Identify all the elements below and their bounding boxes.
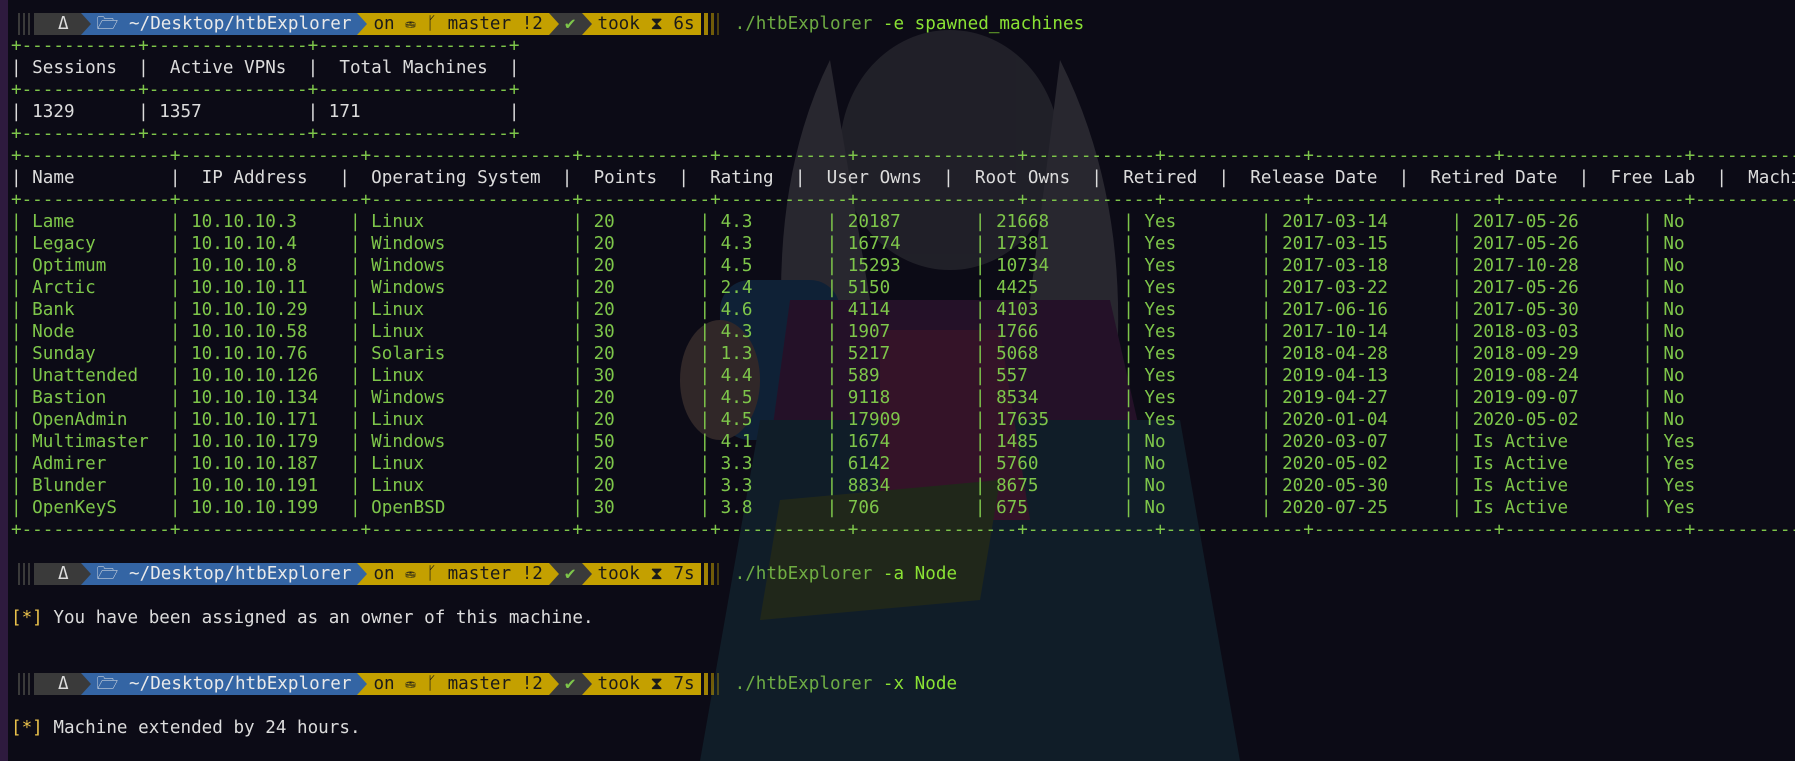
table-row: | OpenKeyS | 10.10.10.199 | OpenBSD | 30… (11, 498, 1795, 518)
summary-table-header: | Sessions | Active VPNs | Total Machine… (11, 58, 520, 78)
current-path: ~/Desktop/htbExplorer (129, 674, 352, 694)
linux-tux-icon: Δ (34, 13, 81, 35)
powerline-separator (548, 13, 559, 35)
duration-segment: took ⧗ 7s (591, 563, 701, 585)
git-branch-status: master !2 (447, 564, 543, 584)
linux-tux-icon: Δ (34, 673, 81, 695)
powerline-separator (357, 13, 368, 35)
table-row: | Bastion | 10.10.10.134 | Windows | 20 … (11, 388, 1795, 408)
hourglass-icon: ⧗ (650, 674, 663, 694)
shell-prompt-2: Δ 🗁 ~/Desktop/htbExplorer on ⛀ ᚴ master … (18, 563, 957, 585)
powerline-separator (80, 13, 91, 35)
machines-table-border: +--------------+-----------------+------… (11, 190, 1795, 210)
duration-value: 6s (673, 14, 695, 34)
summary-table-border: +-----------+---------------+-----------… (11, 36, 520, 56)
command-line[interactable]: ./htbExplorer -a Node (735, 563, 957, 585)
current-path: ~/Desktop/htbExplorer (129, 564, 352, 584)
table-row: | Optimum | 10.10.10.8 | Windows | 20 | … (11, 256, 1795, 276)
took-label: took (597, 14, 640, 34)
git-branch-icon: ⛀ ᚴ (405, 14, 437, 34)
on-label: on (373, 674, 395, 694)
git-segment: on ⛀ ᚴ master !2 (367, 673, 549, 695)
table-row: | OpenAdmin | 10.10.10.171 | Linux | 20 … (11, 410, 1795, 430)
machines-table-border: +--------------+-----------------+------… (11, 520, 1795, 540)
git-segment: on ⛀ ᚴ master !2 (367, 13, 549, 35)
command-args: -e spawned_machines (882, 14, 1085, 34)
took-label: took (597, 564, 640, 584)
table-row: | Lame | 10.10.10.3 | Linux | 20 | 4.3 |… (11, 212, 1795, 232)
terminal-window[interactable]: Δ 🗁 ~/Desktop/htbExplorer on ⛀ ᚴ master … (0, 0, 1795, 761)
output-text: You have been assigned as an owner of th… (42, 608, 594, 628)
folder-icon: 🗁 (96, 564, 119, 584)
shell-prompt-1: Δ 🗁 ~/Desktop/htbExplorer on ⛀ ᚴ master … (18, 13, 1084, 35)
table-row: | Sunday | 10.10.10.76 | Solaris | 20 | … (11, 344, 1795, 364)
summary-table-border: +-----------+---------------+-----------… (11, 80, 520, 100)
table-row: | Admirer | 10.10.10.187 | Linux | 20 | … (11, 454, 1795, 474)
table-row: | Bank | 10.10.10.29 | Linux | 20 | 4.6 … (11, 300, 1795, 320)
command-output-extend: [*] Machine extended by 24 hours. (11, 717, 361, 739)
window-left-border (0, 0, 8, 761)
took-label: took (597, 674, 640, 694)
check-icon: ✔ (558, 13, 582, 35)
powerline-separator (548, 673, 559, 695)
path-segment: 🗁 ~/Desktop/htbExplorer (90, 563, 358, 585)
folder-icon: 🗁 (96, 14, 119, 34)
table-row: | Arctic | 10.10.10.11 | Windows | 20 | … (11, 278, 1795, 298)
git-segment: on ⛀ ᚴ master !2 (367, 563, 549, 585)
duration-segment: took ⧗ 6s (591, 13, 701, 35)
hourglass-icon: ⧗ (650, 14, 663, 34)
table-row: | Blunder | 10.10.10.191 | Linux | 20 | … (11, 476, 1795, 496)
powerline-separator (581, 673, 592, 695)
check-icon: ✔ (558, 563, 582, 585)
prompt-decoration (18, 563, 32, 585)
powerline-separator (581, 13, 592, 35)
git-branch-status: master !2 (447, 674, 543, 694)
powerline-separator (80, 673, 91, 695)
command-line[interactable]: ./htbExplorer -e spawned_machines (735, 13, 1085, 35)
summary-table-row: | 1329 | 1357 | 171 | (11, 102, 520, 122)
table-row: | Multimaster | 10.10.10.179 | Windows |… (11, 432, 1795, 452)
command-args: -a Node (882, 564, 958, 584)
table-row: | Legacy | 10.10.10.4 | Windows | 20 | 4… (11, 234, 1795, 254)
command-program: ./htbExplorer (734, 564, 873, 584)
table-row: | Unattended | 10.10.10.126 | Linux | 30… (11, 366, 1795, 386)
on-label: on (373, 564, 395, 584)
command-program: ./htbExplorer (734, 674, 873, 694)
path-segment: 🗁 ~/Desktop/htbExplorer (90, 13, 358, 35)
powerline-separator (357, 673, 368, 695)
prompt-decoration (18, 673, 32, 695)
machines-table-border: +--------------+-----------------+------… (11, 146, 1795, 166)
powerline-separator (548, 563, 559, 585)
command-line[interactable]: ./htbExplorer -x Node (735, 673, 957, 695)
command-args: -x Node (882, 674, 958, 694)
shell-prompt-3: Δ 🗁 ~/Desktop/htbExplorer on ⛀ ᚴ master … (18, 673, 957, 695)
powerline-separator (357, 563, 368, 585)
hourglass-icon: ⧗ (650, 564, 663, 584)
check-icon: ✔ (558, 673, 582, 695)
table-row: | Node | 10.10.10.58 | Linux | 30 | 4.3 … (11, 322, 1795, 342)
git-branch-icon: ⛀ ᚴ (405, 564, 437, 584)
folder-icon: 🗁 (96, 674, 119, 694)
prompt-decoration (18, 13, 32, 35)
info-marker: [*] (11, 608, 43, 628)
info-marker: [*] (11, 718, 43, 738)
on-label: on (373, 14, 395, 34)
machines-table-header: | Name | IP Address | Operating System |… (11, 168, 1795, 188)
powerline-separator (581, 563, 592, 585)
duration-value: 7s (673, 674, 695, 694)
output-text: Machine extended by 24 hours. (42, 718, 361, 738)
duration-value: 7s (673, 564, 695, 584)
summary-table-border: +-----------+---------------+-----------… (11, 124, 520, 144)
duration-segment: took ⧗ 7s (591, 673, 701, 695)
path-segment: 🗁 ~/Desktop/htbExplorer (90, 673, 358, 695)
git-branch-status: master !2 (447, 14, 543, 34)
powerline-separator (80, 563, 91, 585)
command-output-assign: [*] You have been assigned as an owner o… (11, 607, 594, 629)
linux-tux-icon: Δ (34, 563, 81, 585)
git-branch-icon: ⛀ ᚴ (405, 674, 437, 694)
command-program: ./htbExplorer (734, 14, 873, 34)
current-path: ~/Desktop/htbExplorer (129, 14, 352, 34)
